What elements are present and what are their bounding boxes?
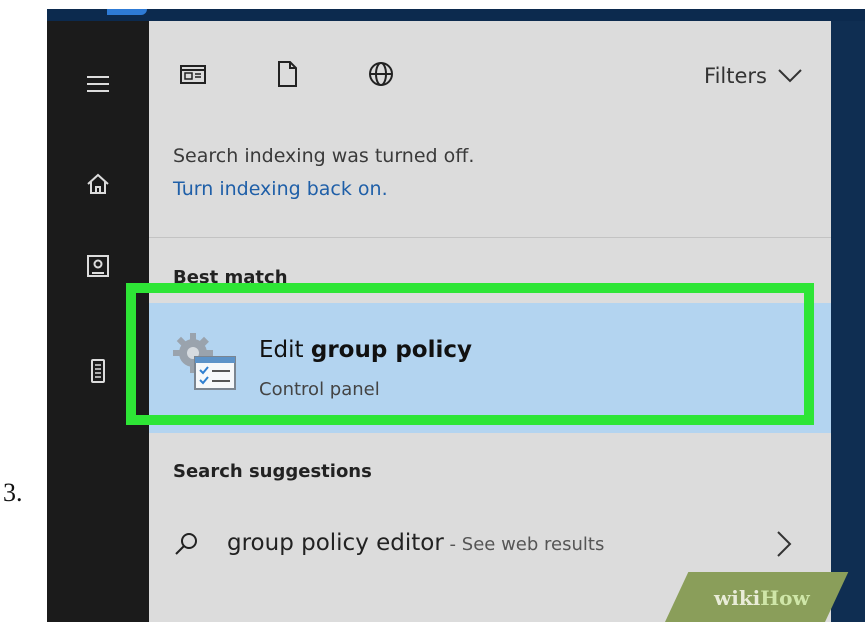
watermark-logo: wikiHow bbox=[714, 586, 810, 610]
step-number: 3. bbox=[3, 478, 23, 507]
suggestion-separator: - bbox=[443, 534, 462, 555]
indexing-message: Search indexing was turned off. bbox=[173, 145, 475, 167]
suggestion-text: group policy editor - See web results bbox=[227, 530, 604, 556]
suggestion-hint: See web results bbox=[461, 534, 605, 555]
watermark-part2: How bbox=[760, 586, 810, 610]
apps-icon[interactable] bbox=[177, 58, 209, 90]
device-icon[interactable] bbox=[85, 358, 111, 384]
search-toolbar: Filters bbox=[149, 21, 831, 121]
chevron-down-icon bbox=[778, 69, 802, 83]
turn-indexing-on-link[interactable]: Turn indexing back on. bbox=[173, 178, 474, 200]
desktop-strip bbox=[47, 9, 865, 21]
documents-icon[interactable] bbox=[271, 58, 303, 90]
home-icon[interactable] bbox=[85, 171, 111, 197]
chevron-right-icon[interactable] bbox=[775, 529, 793, 559]
notebook-icon[interactable] bbox=[85, 253, 111, 279]
hamburger-menu-icon[interactable] bbox=[85, 71, 111, 97]
search-icon bbox=[173, 531, 199, 557]
desktop-background bbox=[831, 21, 865, 622]
filters-label: Filters bbox=[704, 64, 767, 88]
desktop-accent bbox=[107, 9, 147, 15]
suggestion-query: group policy editor bbox=[227, 530, 444, 556]
suggestion-item[interactable]: group policy editor - See web results bbox=[149, 519, 831, 569]
watermark-part1: wiki bbox=[714, 586, 761, 610]
indexing-notice: Search indexing was turned off. Turn ind… bbox=[173, 145, 474, 200]
search-suggestions-label: Search suggestions bbox=[173, 461, 372, 482]
web-globe-icon[interactable] bbox=[365, 58, 397, 90]
section-divider bbox=[149, 237, 831, 238]
filters-button[interactable]: Filters bbox=[704, 61, 803, 91]
highlight-box bbox=[126, 283, 814, 425]
